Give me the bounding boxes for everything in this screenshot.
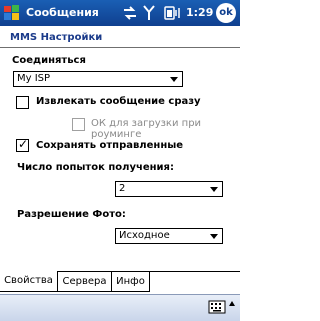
connectivity-icon[interactable] bbox=[122, 5, 138, 21]
ok-roaming-label: ОК для загрузки при роуминге bbox=[91, 118, 202, 140]
retries-label: Число попыток получения: bbox=[17, 162, 174, 173]
photo-resolution-select[interactable]: Исходное bbox=[115, 228, 223, 244]
input-menu-arrow-icon[interactable] bbox=[229, 301, 235, 306]
retrieve-immediately-label: Извлекать сообщение сразу bbox=[36, 96, 201, 107]
chevron-down-icon bbox=[170, 77, 178, 82]
chevron-down-icon bbox=[210, 187, 218, 192]
ok-roaming-checkbox[interactable] bbox=[72, 118, 85, 131]
header-divider bbox=[0, 47, 240, 48]
retries-select-value: 2 bbox=[119, 183, 126, 194]
connection-select-value: My ISP bbox=[17, 73, 51, 84]
signal-icon[interactable] bbox=[143, 5, 155, 21]
title-bar: Сообщения 1:29 ok bbox=[0, 0, 240, 26]
tab-info[interactable]: Инфо bbox=[112, 271, 150, 292]
save-sent-checkbox[interactable]: ✓ bbox=[16, 137, 29, 152]
tab-properties[interactable]: Свойства bbox=[0, 271, 58, 292]
connect-label: Соединяться bbox=[12, 55, 86, 66]
photo-resolution-label: Разрешение Фото: bbox=[17, 209, 126, 220]
photo-resolution-select-value: Исходное bbox=[119, 230, 170, 241]
tab-servers[interactable]: Сервера bbox=[58, 271, 112, 292]
save-sent-label: Сохранять отправленные bbox=[36, 140, 184, 151]
page-title: MMS Настройки bbox=[10, 32, 103, 43]
keyboard-icon[interactable] bbox=[208, 299, 226, 315]
window-title: Сообщения bbox=[26, 6, 99, 19]
battery-icon[interactable] bbox=[162, 5, 182, 21]
ok-button[interactable]: ok bbox=[216, 3, 236, 23]
connection-select[interactable]: My ISP bbox=[13, 71, 183, 87]
clock: 1:29 bbox=[186, 6, 214, 19]
chevron-down-icon bbox=[210, 234, 218, 239]
windows-start-icon[interactable] bbox=[2, 3, 22, 23]
retrieve-immediately-checkbox[interactable] bbox=[16, 96, 29, 109]
menu-bar bbox=[0, 294, 240, 321]
retries-select[interactable]: 2 bbox=[115, 181, 223, 197]
checkmark-icon: ✓ bbox=[18, 137, 29, 151]
